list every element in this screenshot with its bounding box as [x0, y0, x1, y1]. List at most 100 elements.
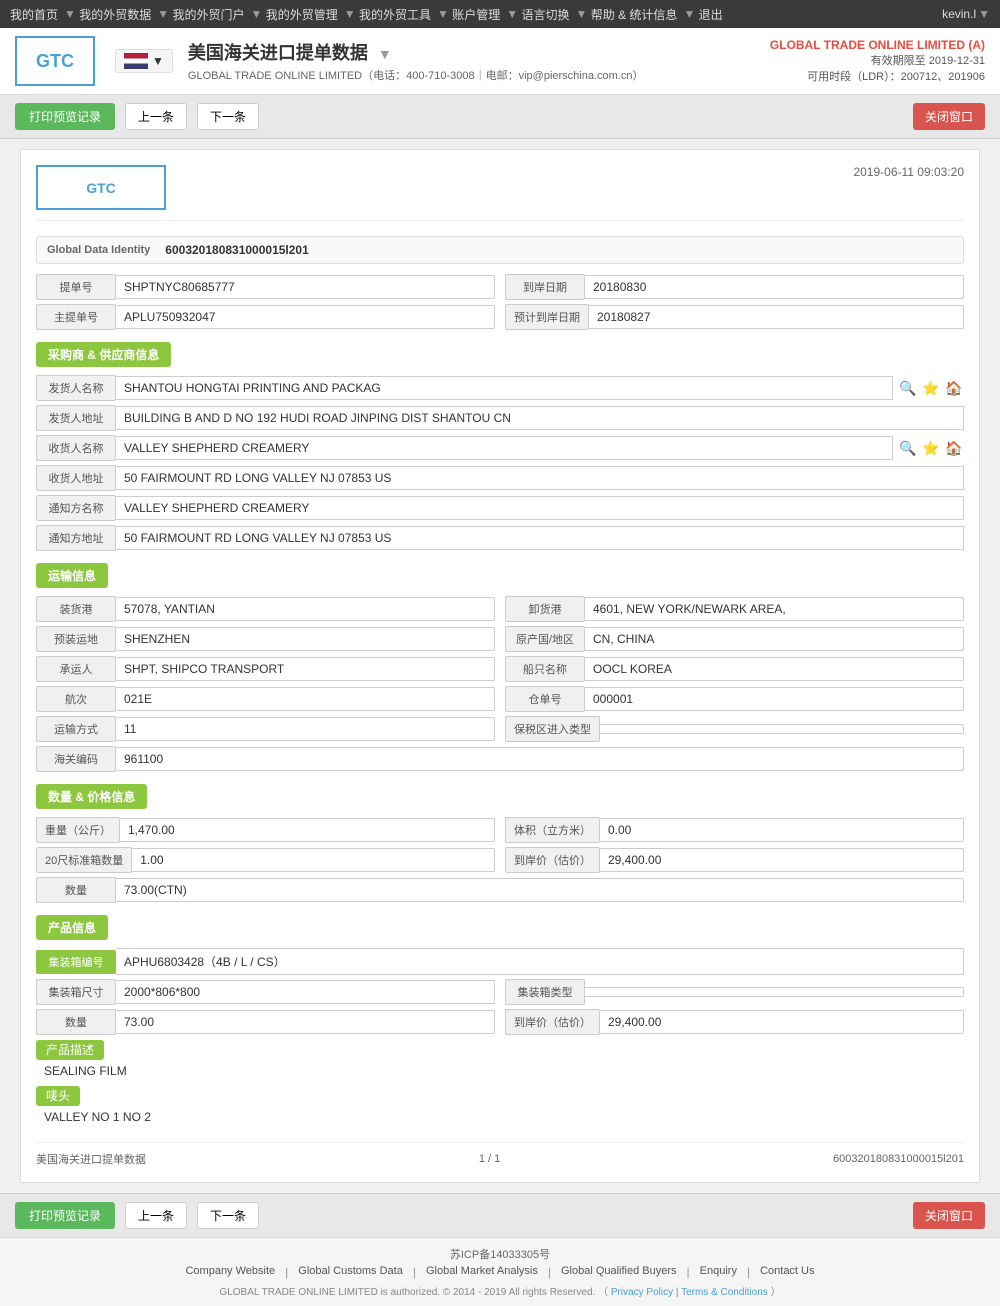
weight-label: 重量（公斤） — [36, 817, 120, 843]
quantity-row: 数量 73.00(CTN) — [36, 877, 964, 903]
shipper-search-icon[interactable]: 🔍 — [898, 378, 918, 398]
container-no-value: APHU6803428（4B / L / CS） — [116, 948, 964, 975]
nav-home[interactable]: 我的首页 — [10, 6, 58, 23]
footer-separator-4: | — [687, 1265, 690, 1279]
prev-button[interactable]: 上一条 — [125, 103, 187, 130]
vessel-value: OOCL KOREA — [585, 657, 964, 681]
arrival-date-group: 到岸日期 20180830 — [505, 274, 964, 300]
ldr-info: 可用时段（LDR）：200712、201906 — [770, 68, 985, 84]
next-button[interactable]: 下一条 — [197, 103, 259, 130]
product-qty-price-row: 数量 73.00 到岸价（估价） 29,400.00 — [36, 1009, 964, 1035]
container-no-row: 集装箱编号 APHU6803428（4B / L / CS） — [36, 948, 964, 975]
carrier-vessel-row: 承运人 SHPT, SHIPCO TRANSPORT 船只名称 OOCL KOR… — [36, 656, 964, 682]
arrival-price-group: 到岸价（估价） 29,400.00 — [505, 847, 964, 873]
terms-conditions-link[interactable]: Terms & Conditions — [681, 1287, 768, 1298]
weight-value: 1,470.00 — [120, 818, 495, 842]
icp-number: 苏ICP备14033305号 — [15, 1246, 985, 1262]
footer-separator-5: | — [747, 1265, 750, 1279]
product-price-label: 到岸价（估价） — [505, 1009, 600, 1035]
nav-exit[interactable]: 退出 — [699, 6, 723, 23]
vessel-group: 船只名称 OOCL KOREA — [505, 656, 964, 682]
voyage-label: 航次 — [36, 686, 116, 712]
transport-section-header: 运输信息 — [36, 563, 964, 588]
privacy-policy-link[interactable]: Privacy Policy — [611, 1287, 673, 1298]
shipper-home-icon[interactable]: 🏠 — [944, 378, 964, 398]
footer-company-website[interactable]: Company Website — [185, 1265, 275, 1279]
print-button[interactable]: 打印预览记录 — [15, 103, 115, 130]
origin-value: CN, CHINA — [585, 627, 964, 651]
doc-footer: 美国海关进口提单数据 1 / 1 600320180831000015l201 — [36, 1142, 964, 1167]
container-size-value: 2000*806*800 — [116, 980, 495, 1004]
product-section-title: 产品信息 — [36, 915, 108, 940]
consignee-name-value: VALLEY SHEPHERD CREAMERY — [116, 436, 893, 460]
product-section-header: 产品信息 — [36, 915, 964, 940]
vessel-label: 船只名称 — [505, 656, 585, 682]
nav-manage[interactable]: 我的外贸管理 — [266, 6, 338, 23]
close-button[interactable]: 关闭窗口 — [913, 103, 985, 130]
consignee-star-icon[interactable]: ⭐ — [921, 438, 941, 458]
supplier-section-title: 采购商 & 供应商信息 — [36, 342, 171, 367]
footer-contact-us[interactable]: Contact Us — [760, 1265, 814, 1279]
bonded-group: 保税区进入类型 — [505, 716, 964, 742]
shipper-addr-row: 发货人地址 BUILDING B AND D NO 192 HUDI ROAD … — [36, 405, 964, 431]
pre-transport-value: SHENZHEN — [116, 627, 495, 651]
quantity-section-header: 数量 & 价格信息 — [36, 784, 964, 809]
weight-group: 重量（公斤） 1,470.00 — [36, 817, 495, 843]
nav-lang[interactable]: 语言切换 — [522, 6, 570, 23]
footer-end: ） — [771, 1287, 781, 1298]
user-name: kevin.l — [942, 7, 976, 21]
consignee-home-icon[interactable]: 🏠 — [944, 438, 964, 458]
doc-timestamp: 2019-06-11 09:03:20 — [853, 165, 964, 179]
nav-account[interactable]: 账户管理 — [452, 6, 500, 23]
consignee-icons: 🔍 ⭐ 🏠 — [898, 438, 964, 458]
notify-name-value: VALLEY SHEPHERD CREAMERY — [116, 496, 964, 520]
footer-qualified-buyers[interactable]: Global Qualified Buyers — [561, 1265, 677, 1279]
warehouse-value: 000001 — [585, 687, 964, 711]
notify-addr-label: 通知方地址 — [36, 525, 116, 551]
arrival-date-label: 到岸日期 — [505, 274, 585, 300]
main-bill-value: APLU750932047 — [116, 305, 495, 329]
container20-value: 1.00 — [132, 848, 495, 872]
container-no-label: 集装箱编号 — [36, 950, 116, 974]
transport-section-title: 运输信息 — [36, 563, 108, 588]
product-price-value: 29,400.00 — [600, 1010, 964, 1034]
volume-group: 体积（立方米） 0.00 — [505, 817, 964, 843]
quantity-section-title: 数量 & 价格信息 — [36, 784, 147, 809]
product-desc-label: 产品描述 — [36, 1040, 104, 1060]
header-subtitle: GLOBAL TRADE ONLINE LIMITED（电话：400-710-3… — [188, 67, 770, 83]
voyage-value: 021E — [116, 687, 495, 711]
notify-name-row: 通知方名称 VALLEY SHEPHERD CREAMERY — [36, 495, 964, 521]
nav-tools[interactable]: 我的外贸工具 — [359, 6, 431, 23]
bottom-next-button[interactable]: 下一条 — [197, 1202, 259, 1229]
main-bill-row: 主提单号 APLU750932047 预计到岸日期 20180827 — [36, 304, 964, 330]
nav-portal[interactable]: 我的外贸门户 — [173, 6, 245, 23]
doc-logo: GTC — [36, 165, 166, 210]
container-size-label: 集装箱尺寸 — [36, 979, 116, 1005]
shipper-icons: 🔍 ⭐ 🏠 — [898, 378, 964, 398]
shipper-addr-label: 发货人地址 — [36, 405, 116, 431]
header-center: 美国海关进口提单数据 ▼ GLOBAL TRADE ONLINE LIMITED… — [188, 39, 770, 83]
transport-mode-value: 11 — [116, 717, 495, 741]
warehouse-group: 仓单号 000001 — [505, 686, 964, 712]
bottom-close-button[interactable]: 关闭窗口 — [913, 1202, 985, 1229]
bottom-prev-button[interactable]: 上一条 — [125, 1202, 187, 1229]
footer-separator-3: | — [548, 1265, 551, 1279]
transport-mode-label: 运输方式 — [36, 716, 116, 742]
nav-data[interactable]: 我的外贸数据 — [79, 6, 151, 23]
footer-customs-data[interactable]: Global Customs Data — [298, 1265, 403, 1279]
document-content: GTC 2019-06-11 09:03:20 Global Data Iden… — [20, 149, 980, 1183]
consignee-search-icon[interactable]: 🔍 — [898, 438, 918, 458]
shipper-star-icon[interactable]: ⭐ — [921, 378, 941, 398]
language-selector[interactable]: ▼ — [115, 49, 173, 73]
nav-help[interactable]: 帮助 & 统计信息 — [591, 6, 678, 23]
valid-until: 有效期限至 2019-12-31 — [770, 52, 985, 68]
arrival-price-label: 到岸价（估价） — [505, 847, 600, 873]
transport-mode-row: 运输方式 11 保税区进入类型 — [36, 716, 964, 742]
load-port-value: 57078, YANTIAN — [116, 597, 495, 621]
global-id-value: 600320180831000015l201 — [165, 243, 308, 257]
footer-market-analysis[interactable]: Global Market Analysis — [426, 1265, 538, 1279]
flag-icon — [124, 53, 148, 69]
footer-enquiry[interactable]: Enquiry — [700, 1265, 737, 1279]
arrival-date-value: 20180830 — [585, 275, 964, 299]
bottom-print-button[interactable]: 打印预览记录 — [15, 1202, 115, 1229]
